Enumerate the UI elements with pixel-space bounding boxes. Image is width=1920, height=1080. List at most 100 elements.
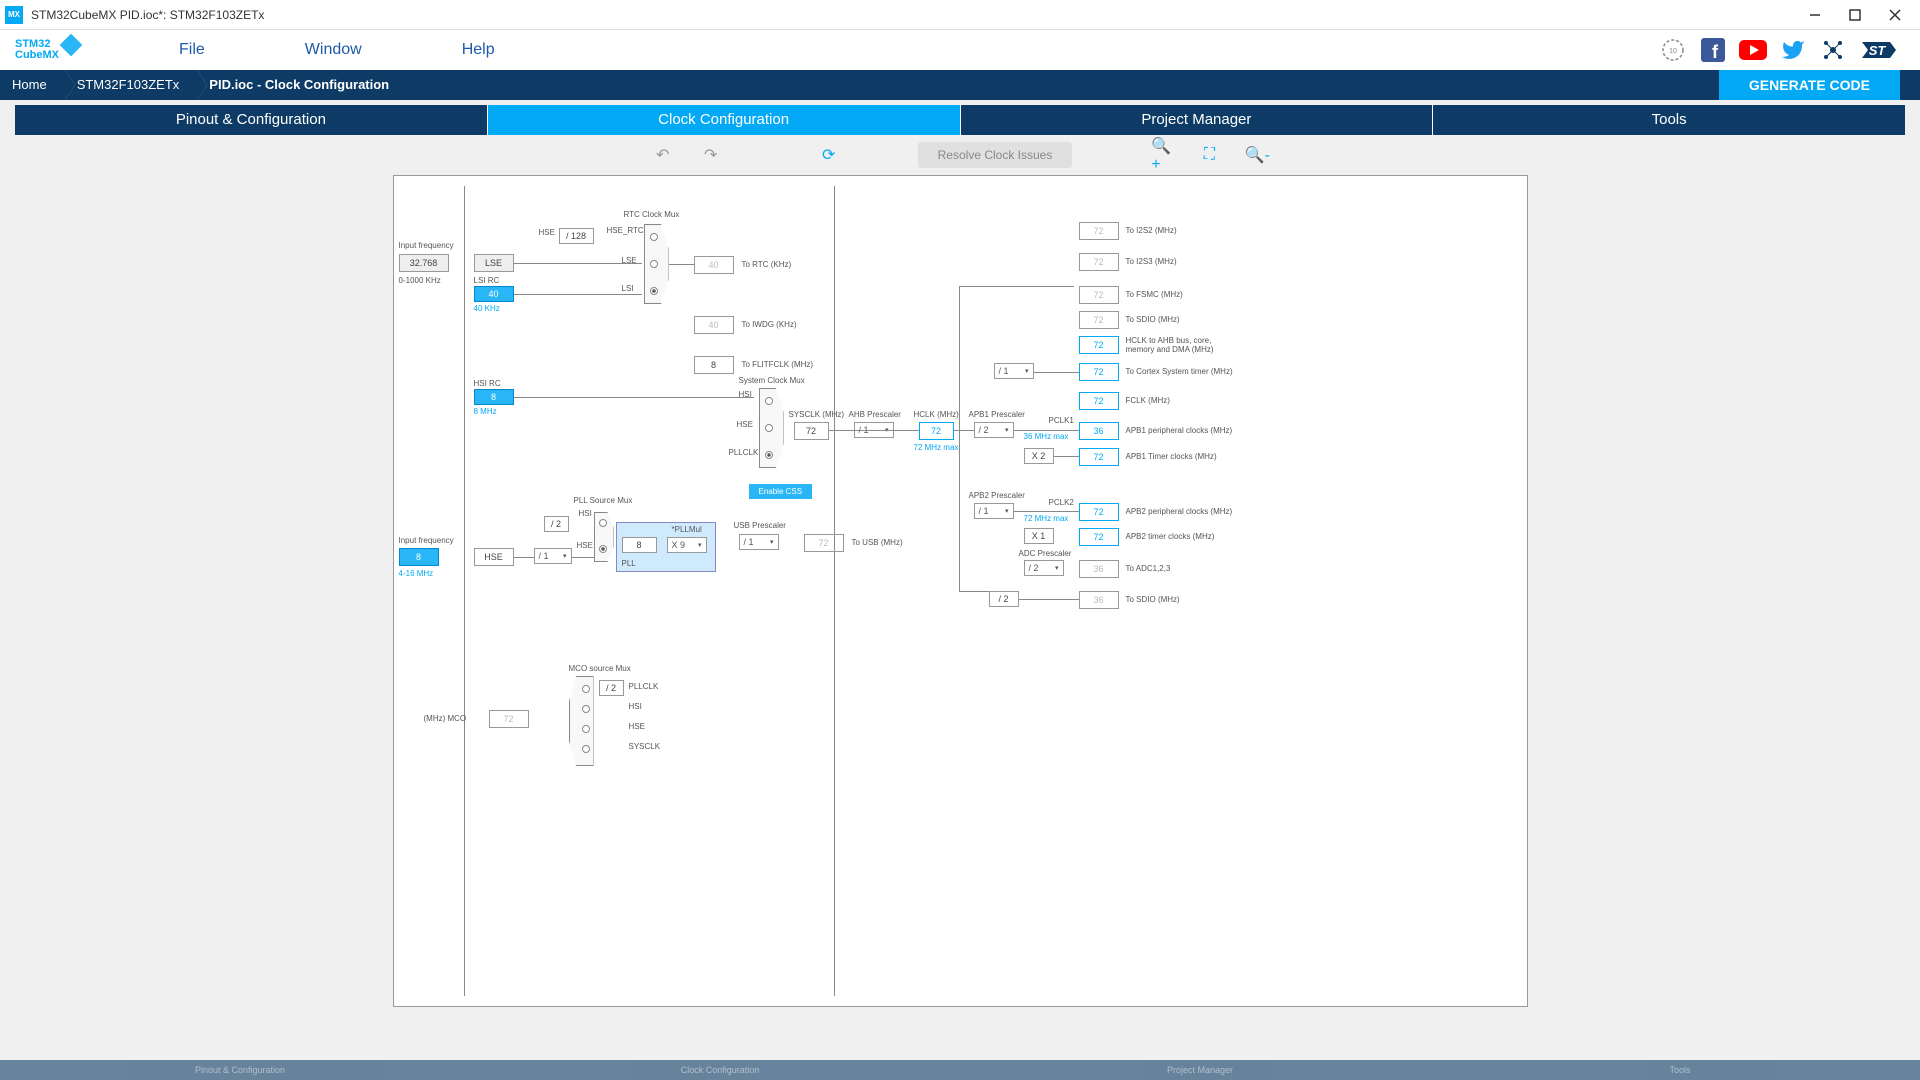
app-icon: MX <box>5 6 23 24</box>
twitter-icon[interactable] <box>1779 36 1807 64</box>
pllmux-div2: / 2 <box>544 516 569 532</box>
sysmux-title: System Clock Mux <box>739 376 805 385</box>
apb2-tim-label: APB2 timer clocks (MHz) <box>1126 532 1215 541</box>
hse-block: HSE <box>474 548 514 566</box>
rtc-mux[interactable] <box>644 224 669 304</box>
pllmux-title: PLL Source Mux <box>574 496 633 505</box>
sysclk-value[interactable]: 72 <box>794 422 829 440</box>
hclk-label: HCLK (MHz) <box>914 410 959 419</box>
hse-range: 4-16 MHz <box>399 569 434 578</box>
apb2-tim-value: 72 <box>1079 528 1119 546</box>
rtc-mux-title: RTC Clock Mux <box>624 210 680 219</box>
sysmux-pllclk-radio[interactable] <box>765 451 773 459</box>
breadcrumb-home[interactable]: Home <box>0 70 65 100</box>
redo-icon[interactable]: ↷ <box>702 146 720 164</box>
menu-file[interactable]: File <box>179 41 205 59</box>
apb1-periph-value: 36 <box>1079 422 1119 440</box>
zoom-out-icon[interactable]: 🔍- <box>1248 146 1266 164</box>
adc-prescaler[interactable]: / 2▾ <box>1024 560 1064 576</box>
rtc-mux-hse-radio[interactable] <box>650 233 658 241</box>
window-title: STM32CubeMX PID.ioc*: STM32F103ZETx <box>31 8 1795 22</box>
close-button[interactable] <box>1875 1 1915 29</box>
adc-label: ADC Prescaler <box>1019 549 1072 558</box>
fit-icon[interactable]: ⛶ <box>1200 146 1218 164</box>
pll-block: *PLLMul 8 X 9▾ PLL <box>616 522 716 572</box>
tab-pinout[interactable]: Pinout & Configuration <box>15 105 488 135</box>
iwdg-label: To IWDG (KHz) <box>742 320 797 329</box>
lse-input-value[interactable]: 32.768 <box>399 254 449 272</box>
pll-in-value: 8 <box>622 537 657 553</box>
fsmc-value: 72 <box>1079 286 1119 304</box>
mco-title: MCO source Mux <box>569 664 631 673</box>
ahb-label: AHB Prescaler <box>849 410 901 419</box>
svg-text:f: f <box>1712 42 1719 62</box>
hse-input-value[interactable]: 8 <box>399 548 439 566</box>
refresh-icon[interactable]: ⟳ <box>820 146 838 164</box>
mco-mux[interactable] <box>569 676 594 766</box>
adc-out-label: To ADC1,2,3 <box>1126 564 1171 573</box>
pllmux-hsi-radio[interactable] <box>599 519 607 527</box>
tab-tools[interactable]: Tools <box>1433 105 1905 135</box>
svg-text:ST: ST <box>1869 43 1887 58</box>
window-titlebar: MX STM32CubeMX PID.ioc*: STM32F103ZETx <box>0 0 1920 30</box>
mco-out-value: 72 <box>489 710 529 728</box>
breadcrumb-page[interactable]: PID.ioc - Clock Configuration <box>197 70 407 100</box>
hclk-max: 72 MHz max <box>914 443 959 452</box>
hsi-label: HSI RC <box>474 379 501 388</box>
breadcrumb-device[interactable]: STM32F103ZETx <box>65 70 198 100</box>
apb1-prescaler[interactable]: / 2▾ <box>974 422 1014 438</box>
lsi-label: LSI RC <box>474 276 500 285</box>
pll-mul-dropdown[interactable]: X 9▾ <box>667 537 707 553</box>
sysmux-hse-radio[interactable] <box>765 424 773 432</box>
cortex-value: 72 <box>1079 363 1119 381</box>
apb1-tim-label: APB1 Timer clocks (MHz) <box>1126 452 1217 461</box>
i2s2-value: 72 <box>1079 222 1119 240</box>
community-icon[interactable] <box>1819 36 1847 64</box>
zoom-in-icon[interactable]: 🔍+ <box>1152 146 1170 164</box>
cortex-div[interactable]: / 1▾ <box>994 363 1034 379</box>
hse-div-dropdown[interactable]: / 1▾ <box>534 548 572 564</box>
apb1-tim-mul: X 2 <box>1024 448 1054 464</box>
hsi-value: 8 <box>474 389 514 405</box>
menu-window[interactable]: Window <box>305 41 362 59</box>
flitf-value: 8 <box>694 356 734 374</box>
sysclk-label: SYSCLK (MHz) <box>789 410 845 419</box>
apb2-tim-mul: X 1 <box>1024 528 1054 544</box>
usb-prescaler[interactable]: / 1▾ <box>739 534 779 550</box>
maximize-button[interactable] <box>1835 1 1875 29</box>
youtube-icon[interactable] <box>1739 36 1767 64</box>
clock-diagram[interactable]: Input frequency 32.768 0-1000 KHz LSE LS… <box>393 175 1528 1007</box>
lsi-value: 40 <box>474 286 514 302</box>
undo-icon[interactable]: ↶ <box>654 146 672 164</box>
apb2-periph-value: 72 <box>1079 503 1119 521</box>
lse-range: 0-1000 KHz <box>399 276 441 285</box>
facebook-icon[interactable]: f <box>1699 36 1727 64</box>
mco-div2: / 2 <box>599 680 624 696</box>
st-logo-icon[interactable]: ST <box>1859 36 1899 64</box>
tab-clock[interactable]: Clock Configuration <box>488 105 961 135</box>
svg-text:10: 10 <box>1669 48 1677 55</box>
pll-source-mux[interactable] <box>594 512 614 562</box>
fclk-value: 72 <box>1079 392 1119 410</box>
hclk-value[interactable]: 72 <box>919 422 954 440</box>
apb2-periph-label: APB2 peripheral clocks (MHz) <box>1126 507 1233 516</box>
cube-icon <box>60 34 83 57</box>
sdio2-value: 36 <box>1079 591 1119 609</box>
generate-code-button[interactable]: GENERATE CODE <box>1719 70 1900 100</box>
anniversary-icon[interactable]: 10 <box>1659 36 1687 64</box>
rtc-mux-lsi-radio[interactable] <box>650 287 658 295</box>
adc-out-value: 36 <box>1079 560 1119 578</box>
rtc-mux-lse-radio[interactable] <box>650 260 658 268</box>
minimize-button[interactable] <box>1795 1 1835 29</box>
tab-project[interactable]: Project Manager <box>961 105 1434 135</box>
enable-css-button[interactable]: Enable CSS <box>749 484 813 499</box>
lsi-note: 40 KHz <box>474 304 500 313</box>
mco-out-label: (MHz) MCO <box>424 714 467 723</box>
menu-help[interactable]: Help <box>462 41 495 59</box>
apb2-label: APB2 Prescaler <box>969 491 1025 500</box>
sysmux-hsi-radio[interactable] <box>765 397 773 405</box>
apb2-prescaler[interactable]: / 1▾ <box>974 503 1014 519</box>
resolve-clock-button[interactable]: Resolve Clock Issues <box>918 142 1073 168</box>
pllmux-hse-radio[interactable] <box>599 545 607 553</box>
sys-clock-mux[interactable] <box>759 388 784 468</box>
